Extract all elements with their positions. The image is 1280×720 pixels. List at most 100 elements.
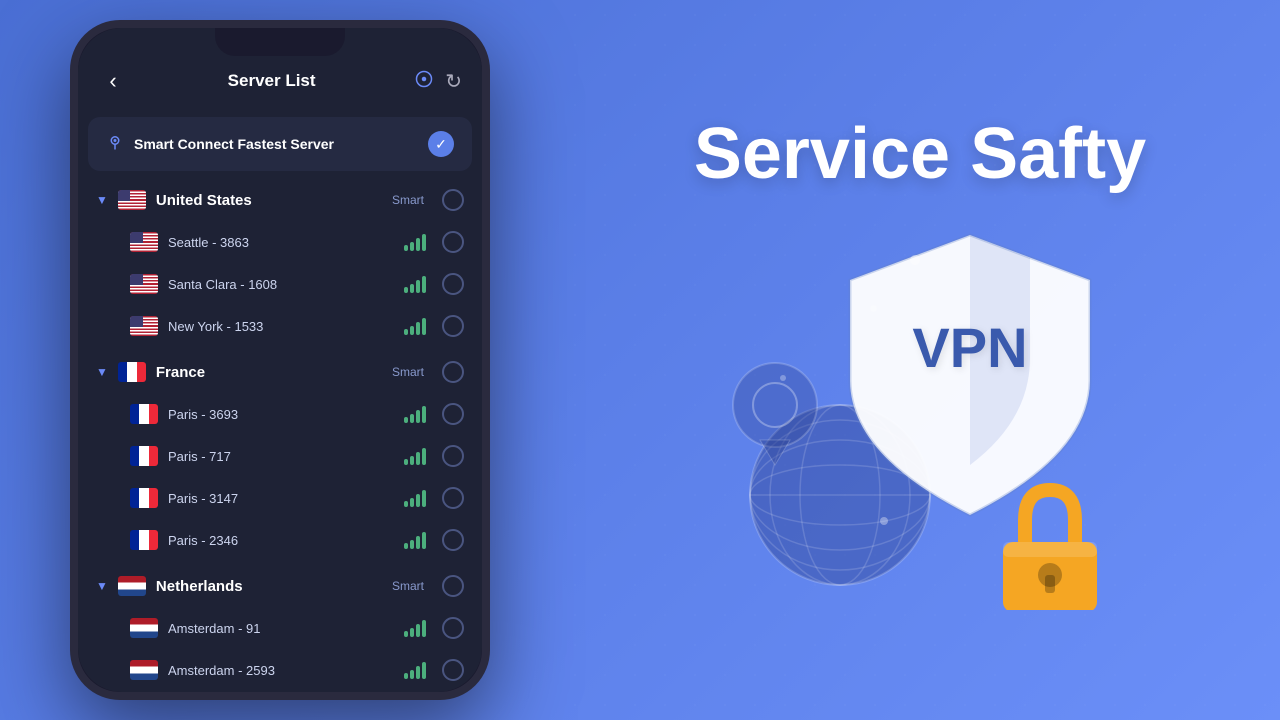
radio-paris2[interactable] [442,445,464,467]
bar4 [422,234,426,251]
chevron-us: ▼ [96,193,108,207]
header-icons: ↻ [415,69,462,94]
country-name-fr: France [156,364,382,381]
nl-flag-am2 [130,660,158,680]
lock-svg [995,480,1105,610]
fr-flag-paris3 [130,488,158,508]
radio-fr[interactable] [442,361,464,383]
server-item-paris2346[interactable]: Paris - 2346 [78,519,482,561]
back-button[interactable]: ‹ [98,68,128,94]
phone-notch [215,28,345,56]
left-section: ‹ Server List ↻ [0,0,560,720]
nl-flag [118,576,146,596]
selected-check: ✓ [428,131,454,157]
phone-frame: ‹ Server List ↻ [70,20,490,700]
radio-santaclara[interactable] [442,273,464,295]
country-section-us: ▼ United States Smart Seattle - 3863 [78,179,482,347]
signal-paris2 [404,448,426,465]
fr-flag [118,362,146,382]
server-item-seattle[interactable]: Seattle - 3863 [78,221,482,263]
dot4 [780,375,786,381]
server-name-paris3147: Paris - 3147 [168,491,394,506]
bar3 [416,322,420,335]
server-item-amsterdam91[interactable]: Amsterdam - 91 [78,607,482,649]
server-name-amsterdam91: Amsterdam - 91 [168,621,394,636]
chevron-nl: ▼ [96,579,108,593]
bar1 [404,329,408,335]
signal-newyork [404,318,426,335]
radio-am2[interactable] [442,659,464,681]
smart-badge-us: Smart [392,193,424,207]
signal-am1 [404,620,426,637]
radio-paris1[interactable] [442,403,464,425]
server-item-paris717[interactable]: Paris - 717 [78,435,482,477]
bar4 [422,276,426,293]
server-item-newyork[interactable]: New York - 1533 [78,305,482,347]
us-flag-newyork [130,316,158,336]
chevron-fr: ▼ [96,365,108,379]
bar1 [404,287,408,293]
smart-connect-icon [106,133,124,156]
smart-connect-label: Smart Connect Fastest Server [134,136,418,152]
smart-badge-fr: Smart [392,365,424,379]
dot1 [910,255,920,265]
phone-screen: ‹ Server List ↻ [78,28,482,692]
bar3 [416,280,420,293]
smart-connect-item[interactable]: Smart Connect Fastest Server ✓ [88,117,472,171]
signal-paris3 [404,490,426,507]
location-pin [730,360,820,475]
vpn-text-container: VPN [830,315,1110,380]
fr-flag-paris2 [130,446,158,466]
country-name-us: United States [156,192,382,209]
server-name-santaclara: Santa Clara - 1608 [168,277,394,292]
country-header-fr[interactable]: ▼ France Smart [78,351,482,393]
signal-paris1 [404,406,426,423]
pin-svg [730,360,820,470]
radio-newyork[interactable] [442,315,464,337]
smart-badge-nl: Smart [392,579,424,593]
server-item-amsterdam2593[interactable]: Amsterdam - 2593 [78,649,482,691]
lock-container [995,480,1105,615]
right-section: Service Safty [560,0,1280,720]
radio-seattle[interactable] [442,231,464,253]
server-name-amsterdam2593: Amsterdam - 2593 [168,663,394,678]
fr-flag-paris1 [130,404,158,424]
radio-paris4[interactable] [442,529,464,551]
bar1 [404,245,408,251]
server-item-paris3693[interactable]: Paris - 3693 [78,393,482,435]
country-header-nl[interactable]: ▼ Netherlands Smart [78,565,482,607]
server-name-paris2346: Paris - 2346 [168,533,394,548]
bar2 [410,284,414,293]
server-name-seattle: Seattle - 3863 [168,235,394,250]
signal-paris4 [404,532,426,549]
us-flag [118,190,146,210]
bar2 [410,242,414,251]
country-header-us[interactable]: ▼ United States Smart [78,179,482,221]
refresh-icon[interactable]: ↻ [445,69,462,94]
country-section-nl: ▼ Netherlands Smart Amsterdam - 91 [78,565,482,691]
nl-flag-am1 [130,618,158,638]
server-item-santaclara[interactable]: Santa Clara - 1608 [78,263,482,305]
location-icon[interactable] [415,70,433,93]
server-list[interactable]: Smart Connect Fastest Server ✓ ▼ United … [78,109,482,692]
signal-seattle [404,234,426,251]
server-name-paris3693: Paris - 3693 [168,407,394,422]
radio-us[interactable] [442,189,464,211]
us-flag-seattle [130,232,158,252]
us-flag-santaclara [130,274,158,294]
signal-santaclara [404,276,426,293]
bar4 [422,318,426,335]
radio-nl[interactable] [442,575,464,597]
header-title: Server List [228,71,316,91]
country-name-nl: Netherlands [156,578,382,595]
vpn-visual: VPN [720,225,1120,605]
radio-am1[interactable] [442,617,464,639]
server-item-paris3147[interactable]: Paris - 3147 [78,477,482,519]
bar2 [410,326,414,335]
country-section-fr: ▼ France Smart Paris - 3693 [78,351,482,561]
bar3 [416,238,420,251]
signal-am2 [404,662,426,679]
server-name-paris717: Paris - 717 [168,449,394,464]
radio-paris3[interactable] [442,487,464,509]
dot2 [870,305,877,312]
